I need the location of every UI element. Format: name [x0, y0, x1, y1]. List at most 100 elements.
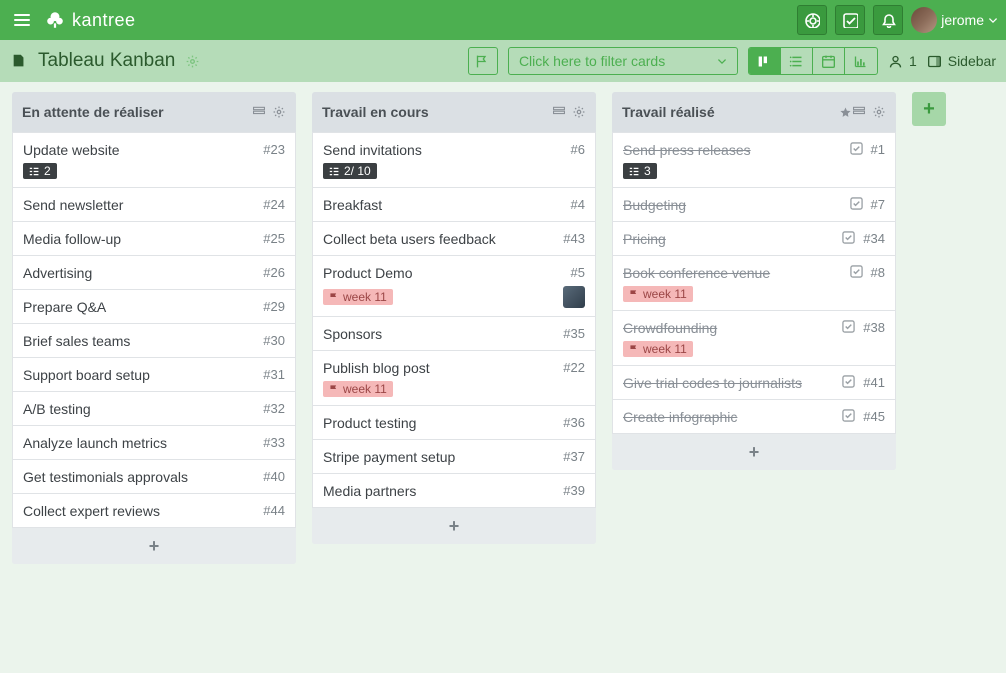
gear-icon[interactable]	[272, 105, 286, 119]
collapse-icon[interactable]	[252, 105, 266, 119]
card-number: #44	[263, 503, 285, 518]
view-kanban[interactable]	[749, 48, 781, 74]
view-list[interactable]	[781, 48, 813, 74]
card[interactable]: Media follow-up#25	[12, 222, 296, 256]
star-icon[interactable]	[839, 106, 852, 119]
card[interactable]: Create infographic#45	[612, 400, 896, 434]
sidebar-icon	[927, 54, 942, 69]
card[interactable]: Book conference venue#8week 11	[612, 256, 896, 311]
card-title: Pricing	[623, 231, 836, 247]
notifications-button[interactable]	[873, 5, 903, 35]
card-title: Media partners	[323, 483, 555, 499]
card-title: A/B testing	[23, 401, 255, 417]
card[interactable]: Support board setup #31	[12, 358, 296, 392]
add-card-button[interactable]: +	[12, 528, 296, 564]
card-title: Create infographic	[623, 409, 836, 425]
milestone-tag: week 11	[323, 381, 393, 397]
check-icon	[842, 231, 855, 244]
card-number: #29	[263, 299, 285, 314]
column-header[interactable]: Travail en cours	[312, 92, 596, 132]
card-title: Product Demo	[323, 265, 563, 281]
board-settings-icon[interactable]	[185, 54, 200, 69]
add-card-button[interactable]: +	[312, 508, 596, 544]
collapse-icon[interactable]	[852, 105, 866, 119]
card-number: #6	[571, 142, 585, 157]
check-icon	[850, 142, 863, 155]
card-number: #24	[263, 197, 285, 212]
milestone-button[interactable]	[468, 47, 498, 75]
card-title: Support board setup	[23, 367, 255, 383]
card[interactable]: Update website#232	[12, 132, 296, 188]
card-title: Breakfast	[323, 197, 563, 213]
card-title: Sponsors	[323, 326, 555, 342]
card-title: Send newsletter	[23, 197, 255, 213]
card-title: Book conference venue	[623, 265, 844, 281]
card[interactable]: Budgeting #7	[612, 188, 896, 222]
card-title: Get testimonials approvals	[23, 469, 255, 485]
board-title[interactable]: Tableau Kanban	[38, 50, 175, 72]
card[interactable]: Product Demo#5week 11	[312, 256, 596, 317]
card-title: Advertising	[23, 265, 255, 281]
assignee-avatar[interactable]	[563, 286, 585, 308]
card-number: #5	[571, 265, 585, 280]
card[interactable]: Send press releases#13	[612, 132, 896, 188]
add-card-button[interactable]: +	[612, 434, 896, 470]
card[interactable]: Media partners#39	[312, 474, 596, 508]
menu-icon[interactable]	[8, 6, 36, 34]
card-title: Product testing	[323, 415, 555, 431]
card-title: Budgeting	[623, 197, 844, 213]
view-chart[interactable]	[845, 48, 877, 74]
sidebar-toggle[interactable]: Sidebar	[927, 53, 996, 69]
card[interactable]: Prepare Q&A#29	[12, 290, 296, 324]
card[interactable]: Get testimonials approvals#40	[12, 460, 296, 494]
milestone-tag: week 11	[623, 286, 693, 302]
sidebar-label: Sidebar	[948, 53, 996, 69]
card[interactable]: Publish blog post#22week 11	[312, 351, 596, 406]
user-icon	[888, 54, 903, 69]
help-button[interactable]	[797, 5, 827, 35]
collapse-icon[interactable]	[552, 105, 566, 119]
column-title: Travail en cours	[322, 104, 552, 120]
card[interactable]: Product testing#36	[312, 406, 596, 440]
card[interactable]: Stripe payment setup#37	[312, 440, 596, 474]
card[interactable]: Give trial codes to journalists#41	[612, 366, 896, 400]
view-calendar[interactable]	[813, 48, 845, 74]
column-header[interactable]: Travail réalisé	[612, 92, 896, 132]
card[interactable]: Breakfast #4	[312, 188, 596, 222]
column-header[interactable]: En attente de réaliser	[12, 92, 296, 132]
gear-icon[interactable]	[572, 105, 586, 119]
avatar	[911, 7, 937, 33]
card[interactable]: Crowdfounding#38week 11	[612, 311, 896, 366]
app-logo[interactable]: kantree	[44, 9, 136, 31]
filter-placeholder: Click here to filter cards	[519, 53, 665, 69]
card[interactable]: Send invitations#62/ 10	[312, 132, 596, 188]
card-number: #41	[863, 375, 885, 390]
card[interactable]: Send newsletter #24	[12, 188, 296, 222]
card-number: #43	[563, 231, 585, 246]
tasks-button[interactable]	[835, 5, 865, 35]
card[interactable]: A/B testing#32	[12, 392, 296, 426]
members-button[interactable]: 1	[888, 53, 917, 69]
filter-input[interactable]: Click here to filter cards	[508, 47, 738, 75]
checklist-badge: 3	[623, 163, 657, 179]
checklist-badge: 2	[23, 163, 57, 179]
add-column-button[interactable]: +	[912, 92, 946, 126]
card-number: #4	[571, 197, 585, 212]
column-title: Travail réalisé	[622, 104, 835, 120]
card[interactable]: Pricing #34	[612, 222, 896, 256]
card-number: #33	[263, 435, 285, 450]
card[interactable]: Collect beta users feedback#43	[312, 222, 596, 256]
gear-icon[interactable]	[872, 105, 886, 119]
card-number: #22	[563, 360, 585, 375]
user-menu[interactable]: jerome	[911, 7, 998, 33]
card-number: #7	[871, 197, 885, 212]
card[interactable]: Brief sales teams#30	[12, 324, 296, 358]
card-number: #31	[263, 367, 285, 382]
card[interactable]: Advertising#26	[12, 256, 296, 290]
card[interactable]: Analyze launch metrics#33	[12, 426, 296, 460]
members-count: 1	[909, 53, 917, 69]
card[interactable]: Sponsors#35	[312, 317, 596, 351]
card-number: #34	[863, 231, 885, 246]
card[interactable]: Collect expert reviews#44	[12, 494, 296, 528]
check-icon	[850, 197, 863, 210]
